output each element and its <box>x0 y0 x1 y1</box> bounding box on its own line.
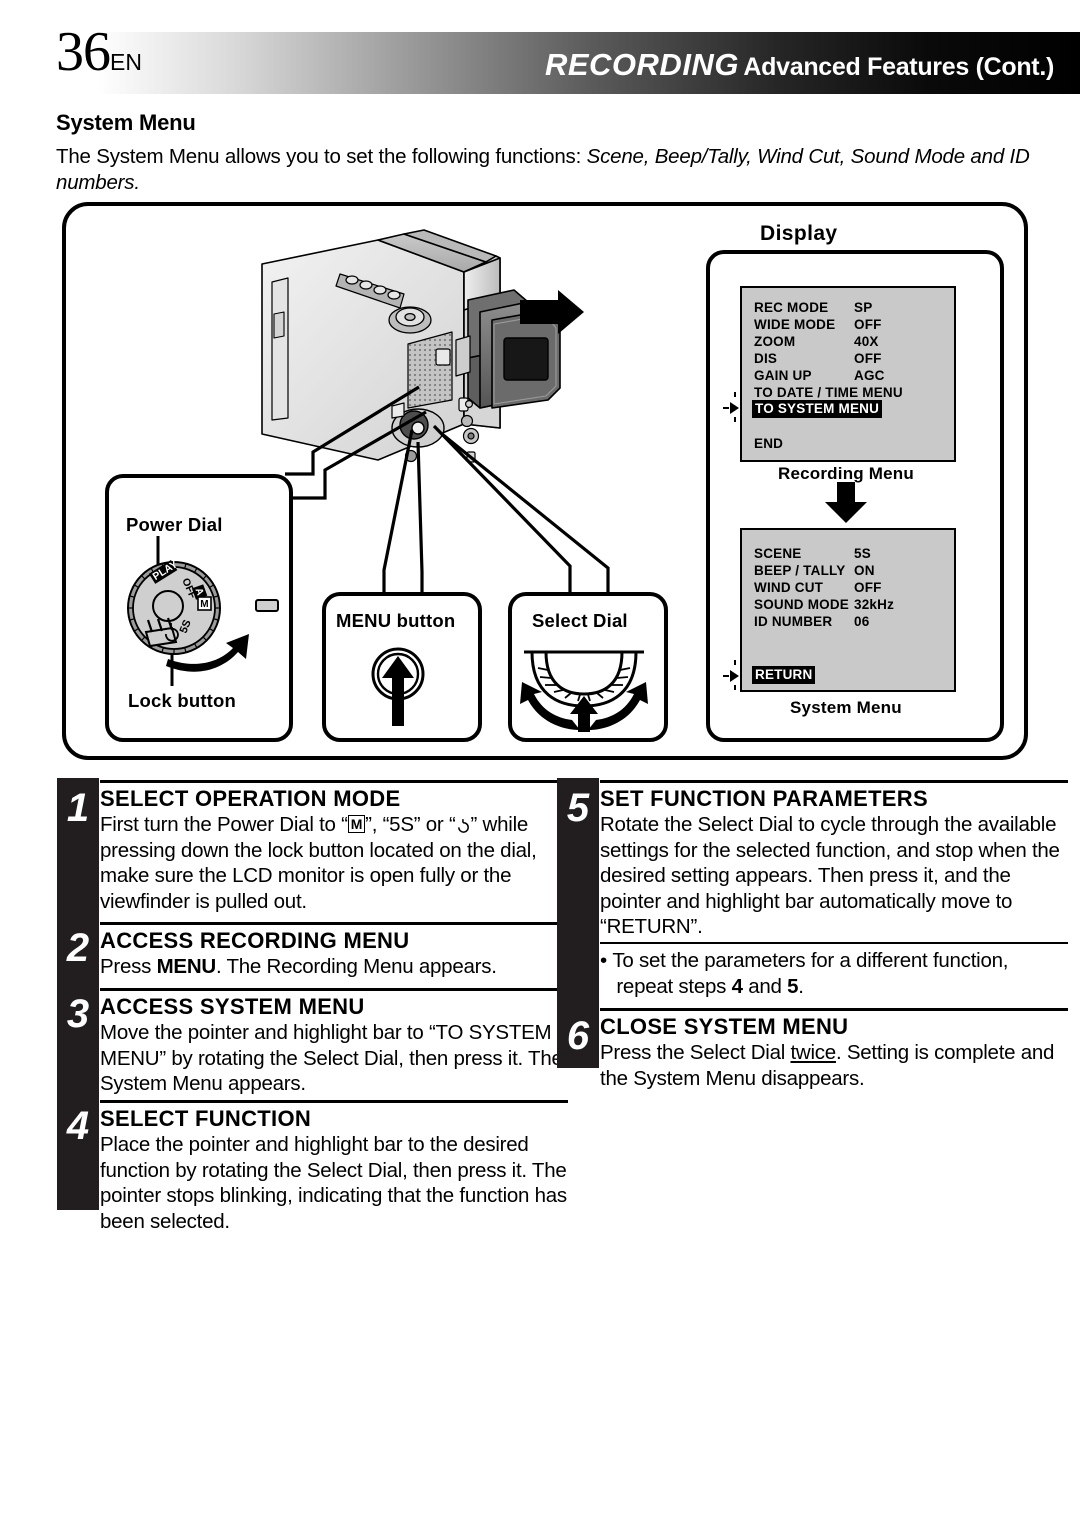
step-3: ACCESS SYSTEM MENU Move the pointer and … <box>100 994 568 1097</box>
step-2-body: Press MENU. The Recording Menu appears. <box>100 955 497 978</box>
display-title: Display <box>760 222 838 245</box>
osd-value: 40X <box>854 334 879 349</box>
step-5: SET FUNCTION PARAMETERS Rotate the Selec… <box>600 786 1068 940</box>
header-title-sub: Advanced Features (Cont.) <box>743 53 1054 81</box>
step-number-6: 6 <box>566 1014 590 1058</box>
step-divider <box>100 988 568 991</box>
osd-label: WIND CUT <box>754 580 824 595</box>
power-dial-label: Power Dial <box>126 514 223 535</box>
step-4: SELECT FUNCTION Place the pointer and hi… <box>100 1106 568 1234</box>
osd-value: OFF <box>854 580 882 595</box>
svg-text:M: M <box>200 599 208 610</box>
step-number-4: 4 <box>66 1104 90 1148</box>
step-3-body: Move the pointer and highlight bar to “T… <box>100 1021 563 1095</box>
pointer-blink-dash-left <box>723 407 729 409</box>
osd-value: SP <box>854 300 873 315</box>
lock-button-label: Lock button <box>128 690 237 711</box>
step-divider <box>100 780 568 783</box>
step-divider <box>600 780 1068 783</box>
section-intro: The System Menu allows you to set the fo… <box>56 144 1036 196</box>
power-dial-graphic: PLAY OFF A M 5S <box>127 536 279 686</box>
manual-page: 36EN RECORDING Advanced Features (Cont.)… <box>0 0 1080 1533</box>
header-title: RECORDING Advanced Features (Cont.) <box>545 47 1054 83</box>
select-dial-graphic <box>520 650 648 732</box>
osd-value: ON <box>854 563 875 578</box>
step-divider <box>100 922 568 925</box>
page-number-value: 36 <box>56 21 111 83</box>
step-1-body: First turn the Power Dial to “M”, “5S” o… <box>100 813 537 913</box>
pointer-blink-dash-left-2 <box>723 675 729 677</box>
osd-highlight-row[interactable]: TO SYSTEM MENU <box>752 400 883 418</box>
step-number-1: 1 <box>66 786 90 830</box>
step-5-body: Rotate the Select Dial to cycle through … <box>600 813 1060 938</box>
osd-label: REC MODE <box>754 300 829 315</box>
recording-menu-osd: REC MODE SP WIDE MODE OFF ZOOM 40X DIS O… <box>740 286 956 462</box>
step-number-3: 3 <box>66 992 90 1036</box>
osd-label: ZOOM <box>754 334 796 349</box>
osd-label: TO DATE / TIME MENU <box>754 385 903 400</box>
pointer-blink-dash-bottom <box>734 417 736 422</box>
osd-label: GAIN UP <box>754 368 812 383</box>
step-6: CLOSE SYSTEM MENU Press the Select Dial … <box>600 1014 1068 1091</box>
step-6-body: Press the Select Dial twice. Setting is … <box>600 1041 1055 1090</box>
step-1-title: SELECT OPERATION MODE <box>100 786 401 811</box>
system-menu-caption: System Menu <box>790 698 902 717</box>
pointer-blink-dash-top-2 <box>734 660 736 665</box>
step-3-title: ACCESS SYSTEM MENU <box>100 994 365 1019</box>
header-title-main: RECORDING <box>544 47 739 82</box>
step-divider <box>600 1008 1068 1011</box>
step-5-note: • To set the parameters for a different … <box>600 948 1052 999</box>
osd-value: OFF <box>854 317 882 332</box>
system-menu-pointer-icon <box>730 670 739 682</box>
recording-menu-pointer-icon <box>730 402 739 414</box>
step-4-title: SELECT FUNCTION <box>100 1106 312 1131</box>
step-4-body: Place the pointer and highlight bar to t… <box>100 1133 567 1233</box>
flow-down-arrow-icon <box>825 482 867 523</box>
step-divider <box>100 1100 568 1103</box>
step-number-2: 2 <box>66 926 90 970</box>
osd-label: BEEP / TALLY <box>754 563 846 578</box>
mode-m-icon: M <box>347 815 366 833</box>
menu-button-label: MENU button <box>336 610 456 631</box>
select-dial-label: Select Dial <box>532 610 628 631</box>
note-divider <box>600 942 1068 944</box>
page-locale: EN <box>110 49 142 75</box>
osd-value: 5S <box>854 546 871 561</box>
step-2-title: ACCESS RECORDING MENU <box>100 928 410 953</box>
recording-menu-caption: Recording Menu <box>778 464 914 483</box>
osd-highlight-row[interactable]: RETURN <box>752 666 816 684</box>
osd-label: SCENE <box>754 546 802 561</box>
step-5-note-text: • To set the parameters for a different … <box>600 949 1009 998</box>
osd-label: DIS <box>754 351 778 366</box>
step-1: SELECT OPERATION MODE First turn the Pow… <box>100 786 568 914</box>
page-number: 36EN <box>56 24 142 80</box>
section-heading: System Menu <box>56 110 196 135</box>
osd-value: OFF <box>854 351 882 366</box>
pointer-blink-dash-bottom-2 <box>734 685 736 690</box>
osd-label: ID NUMBER <box>754 614 833 629</box>
menu-button-graphic <box>371 647 425 726</box>
pointer-blink-dash-top <box>734 392 736 397</box>
self-timer-icon <box>457 819 469 833</box>
osd-end-label: END <box>754 436 784 451</box>
system-menu-osd: SCENE 5S BEEP / TALLY ON WIND CUT OFF SO… <box>740 528 956 692</box>
osd-value: 06 <box>854 614 870 629</box>
intro-prefix: The System Menu allows you to set the fo… <box>56 145 587 168</box>
step-6-title: CLOSE SYSTEM MENU <box>600 1014 849 1039</box>
step-5-title: SET FUNCTION PARAMETERS <box>600 786 928 811</box>
step-2: ACCESS RECORDING MENU Press MENU. The Re… <box>100 928 568 980</box>
osd-label: WIDE MODE <box>754 317 836 332</box>
osd-value: 32kHz <box>854 597 895 612</box>
osd-value: AGC <box>854 368 885 383</box>
step-number-5: 5 <box>566 786 590 830</box>
osd-label: SOUND MODE <box>754 597 850 612</box>
